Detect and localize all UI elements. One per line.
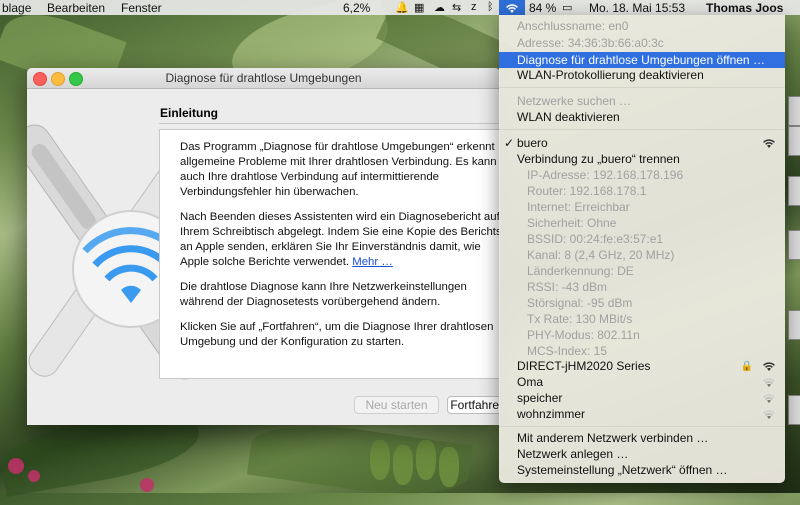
bell-icon[interactable]: 🔔	[395, 1, 409, 14]
wifi-signal-icon	[763, 378, 775, 387]
clock[interactable]: Mo. 18. Mai 15:53	[589, 1, 685, 15]
intro-paragraph: Das Programm „Diagnose für drahtlose Umg…	[180, 141, 497, 198]
detail-item: Störsignal: -95 dBm	[527, 296, 633, 310]
detail-item: Router: 192.168.178.1	[527, 184, 647, 198]
intro-paragraph: Nach Beenden dieses Assistenten wird ein…	[180, 210, 500, 270]
menu-separator	[499, 129, 785, 130]
divider	[159, 123, 500, 124]
checkmark-icon: ✓	[504, 136, 515, 150]
network-item[interactable]: DIRECT-jHM2020 Series 🔒	[499, 358, 785, 374]
address-item: Adresse: 34:36:3b:66:a0:3c	[517, 36, 664, 50]
desktop-file-icon[interactable]	[788, 310, 800, 340]
open-diagnostics-item[interactable]: Diagnose für drahtlose Umgebungen öffnen…	[499, 52, 785, 68]
menu-separator	[499, 87, 785, 88]
lock-icon: 🔒	[740, 361, 753, 372]
menu-separator	[499, 426, 785, 427]
network-item-current[interactable]: ✓ buero	[499, 135, 785, 151]
create-network-item[interactable]: Netzwerk anlegen …	[499, 446, 785, 462]
detail-item: MCS-Index: 15	[527, 344, 608, 358]
sleep-icon[interactable]: z	[471, 1, 477, 13]
desktop-file-icon[interactable]	[788, 230, 800, 260]
wifi-signal-icon	[763, 362, 775, 371]
detail-item: RSSI: -43 dBm	[527, 280, 608, 294]
more-link[interactable]: Mehr …	[352, 256, 393, 268]
battery-icon[interactable]: ▭	[562, 1, 572, 14]
network-name: Oma	[517, 375, 544, 389]
window-title: Diagnose für drahtlose Umgebungen	[165, 71, 362, 85]
intro-paragraph-text: Nach Beenden dieses Assistenten wird ein…	[180, 211, 500, 268]
wifi-menu-icon[interactable]	[499, 0, 525, 15]
detail-item: Internet: Erreichbar	[527, 200, 630, 214]
grid-icon[interactable]: ▦	[414, 1, 424, 14]
wifi-signal-icon	[763, 139, 775, 148]
restart-button[interactable]: Neu starten	[354, 396, 439, 414]
detail-item: IP-Adresse: 192.168.178.196	[527, 168, 684, 182]
desktop-file-icon[interactable]	[788, 96, 800, 126]
network-name: wohnzimmer	[517, 407, 586, 421]
diagnostics-window: Diagnose für drahtlose Umgebungen Einlei…	[27, 68, 500, 425]
section-heading: Einleitung	[160, 106, 218, 120]
intro-paragraph: Klicken Sie auf „Fortfahren“, um die Dia…	[180, 321, 494, 348]
network-name: buero	[517, 136, 548, 150]
continue-button[interactable]: Fortfahren	[447, 396, 500, 414]
network-item[interactable]: wohnzimmer	[499, 406, 785, 422]
wifi-signal-icon	[763, 410, 775, 419]
window-titlebar[interactable]: Diagnose für drahtlose Umgebungen	[27, 68, 500, 89]
interface-name-item: Anschlussname: en0	[517, 19, 629, 33]
disable-wlan-item[interactable]: WLAN deaktivieren	[499, 109, 785, 125]
network-name: DIRECT-jHM2020 Series	[517, 359, 651, 373]
user-name[interactable]: Thomas Joos	[706, 1, 783, 15]
menu-bar: blage Bearbeiten Fenster 6,2% 🔔 ▦ ☁ ⇆ z …	[0, 0, 800, 15]
bluetooth-icon[interactable]: ᛒ	[487, 1, 494, 13]
intro-paragraph: Die drahtlose Diagnose kann Ihre Netzwer…	[180, 281, 467, 308]
network-item[interactable]: speicher	[499, 390, 785, 406]
network-name: speicher	[517, 391, 563, 405]
menu-item-fenster[interactable]: Fenster	[121, 1, 162, 15]
connect-other-item[interactable]: Mit anderem Netzwerk verbinden …	[499, 430, 785, 446]
menu-item-ablage[interactable]: blage	[2, 1, 31, 15]
detail-item: Kanal: 8 (2,4 GHz, 20 MHz)	[527, 248, 675, 262]
network-item[interactable]: Oma	[499, 374, 785, 390]
desktop-file-icon[interactable]	[788, 395, 800, 425]
detail-item: BSSID: 00:24:fe:e3:57:e1	[527, 232, 664, 246]
cloud-icon[interactable]: ☁	[434, 1, 445, 14]
detail-item: PHY-Modus: 802.11n	[527, 328, 640, 342]
sync-icon[interactable]: ⇆	[452, 1, 461, 14]
detail-item: Länderkennung: DE	[527, 264, 634, 278]
wifi-signal-icon	[763, 394, 775, 403]
open-network-preferences-item[interactable]: Systemeinstellung „Netzwerk“ öffnen …	[499, 462, 785, 478]
close-button[interactable]	[33, 72, 47, 86]
cpu-percent-label[interactable]: 6,2%	[343, 1, 370, 15]
battery-percent[interactable]: 84 %	[529, 1, 556, 15]
disconnect-item[interactable]: Verbindung zu „buero“ trennen	[499, 151, 785, 167]
desktop-file-icon[interactable]	[788, 126, 800, 156]
intro-text-panel: Das Programm „Diagnose für drahtlose Umg…	[159, 129, 500, 379]
search-networks-item: Netzwerke suchen …	[517, 94, 632, 108]
desktop-file-icon[interactable]	[788, 176, 800, 206]
detail-item: Tx Rate: 130 MBit/s	[527, 312, 633, 326]
zoom-button[interactable]	[69, 72, 83, 86]
wifi-dropdown-menu: Anschlussname: en0 Adresse: 34:36:3b:66:…	[499, 15, 785, 483]
menu-item-bearbeiten[interactable]: Bearbeiten	[47, 1, 105, 15]
disable-logging-item[interactable]: WLAN-Protokollierung deaktivieren	[499, 67, 785, 83]
minimize-button[interactable]	[51, 72, 65, 86]
detail-item: Sicherheit: Ohne	[527, 216, 617, 230]
